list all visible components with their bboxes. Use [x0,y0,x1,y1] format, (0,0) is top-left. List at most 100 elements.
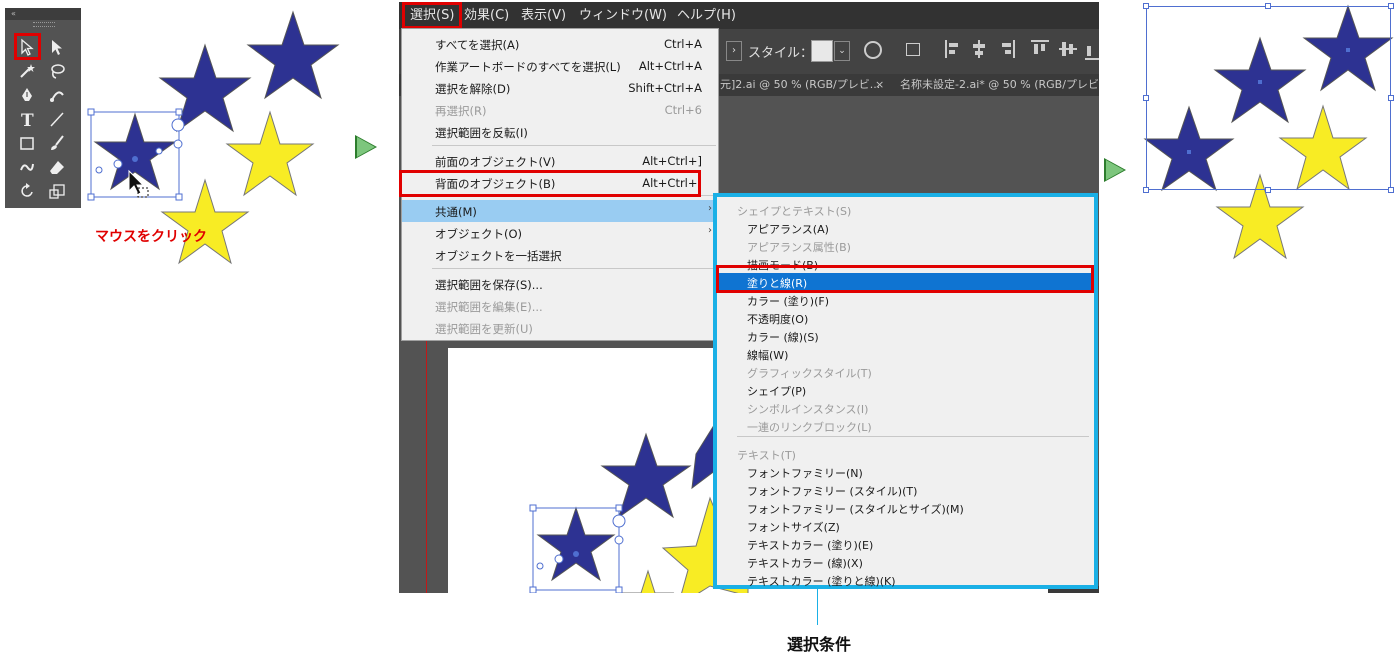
select-menu-item[interactable]: オブジェクト(O) › [402,222,718,244]
recolor-icon[interactable] [864,41,882,59]
select-menu-item[interactable]: 選択範囲を反転(I) [402,121,718,143]
submenu-item[interactable]: フォントファミリー(N) [717,463,1094,481]
submenu-item[interactable]: シェイプ(P) [717,381,1094,399]
corner-widget[interactable] [155,147,163,155]
menu-item-label: 選択範囲を更新(U) [435,322,533,336]
type-tool-icon[interactable]: T [15,108,39,130]
align-vertical-center-icon[interactable] [1059,40,1077,58]
submenu-item[interactable]: フォントファミリー (スタイルとサイズ)(M) [717,499,1094,517]
handle-middle-right[interactable] [1388,95,1394,101]
handle-middle-left[interactable] [1143,95,1149,101]
align-top-icon[interactable] [1031,40,1049,58]
menu-effect[interactable]: 効果(C) [464,2,509,29]
shaper-tool-icon[interactable] [15,156,39,178]
menu-select[interactable]: 選択(S) [402,2,463,29]
chevron-down-icon[interactable]: ⌄ [834,41,850,61]
corner-widget[interactable] [614,535,624,545]
tab-close-icon[interactable]: × [875,74,884,96]
scale-tool-icon[interactable] [45,180,69,202]
menu-item-label: シンボルインスタンス(I) [747,403,869,416]
corner-widget[interactable] [554,554,564,564]
star-blue[interactable] [246,10,340,100]
star-blue-selected[interactable] [536,506,616,582]
panel-collapse-grip[interactable]: « [5,8,81,20]
select-menu-item: 選択範囲を更新(U) [402,317,718,339]
handle-bottom-left[interactable] [1143,187,1149,193]
submenu-item[interactable]: カラー (線)(S) [717,327,1094,345]
menu-help[interactable]: ヘルプ(H) [677,2,736,29]
menu-item-label: カラー (塗り)(F) [747,295,829,308]
rectangle-tool-icon[interactable] [15,132,39,154]
menu-item-label: 選択範囲を反転(I) [435,126,528,140]
align-bottom-icon[interactable] [1085,42,1099,60]
menu-item-label: フォントファミリー(N) [747,467,863,480]
magic-wand-tool-icon[interactable] [15,60,39,82]
submenu-item[interactable]: テキストカラー (塗り)(E) [717,535,1094,553]
paintbrush-tool-icon[interactable] [45,132,69,154]
tab-document-1[interactable]: 元]2.ai @ 50 % (RGB/プレビ... [720,74,880,96]
select-menu-item[interactable]: 前面のオブジェクト(V) Alt+Ctrl+] [402,150,718,172]
lasso-tool-icon[interactable] [45,60,69,82]
menu-item-label: 作業アートボードのすべてを選択(L) [435,60,621,74]
menu-window[interactable]: ウィンドウ(W) [579,2,667,29]
rotate-tool-icon[interactable] [15,180,39,202]
handle-bottom-right[interactable] [1388,187,1394,193]
select-menu-item[interactable]: 選択を解除(D) Shift+Ctrl+A [402,77,718,99]
submenu-item: 一連のリンクブロック(L) [717,417,1094,435]
center-point [573,551,579,557]
select-menu-item[interactable]: 作業アートボードのすべてを選択(L) Alt+Ctrl+A [402,55,718,77]
pen-tool-icon[interactable] [15,84,39,106]
callout-label: 選択条件 [787,635,852,654]
select-menu-item[interactable]: すべてを選択(A) Ctrl+A [402,33,718,55]
handle-top-left[interactable] [1143,3,1149,9]
corner-widget[interactable] [113,159,123,169]
tab-document-2[interactable]: 名称未設定-2.ai* @ 50 % (RGB/プレビュー [900,74,1099,96]
click-instruction-label: マウスをクリック [95,229,207,245]
chevron-right-icon: › [708,203,712,214]
star-yellow[interactable] [621,569,675,593]
menu-view[interactable]: 表示(V) [521,2,566,29]
menu-separator [432,268,716,269]
select-menu-item[interactable]: オブジェクトを一括選択 [402,244,718,266]
menu-separator [737,436,1089,437]
menu-item-shortcut: Alt+Ctrl+] [642,154,702,168]
handle-bottom-center[interactable] [1265,187,1271,193]
menu-item-label: シェイプとテキスト(S) [737,205,852,218]
align-left-icon[interactable] [945,40,961,58]
direct-selection-tool-icon[interactable] [45,36,69,58]
curvature-tool-icon[interactable] [45,84,69,106]
panel-drag-handle[interactable] [33,22,55,27]
align-right-icon[interactable] [999,40,1015,58]
submenu-item[interactable]: フォントサイズ(Z) [717,517,1094,535]
select-menu-item[interactable]: 選択範囲を保存(S)... [402,273,718,295]
submenu-item[interactable]: テキストカラー (塗りと線)(K) [717,571,1094,589]
eraser-tool-icon[interactable] [45,156,69,178]
handle-top-right[interactable] [1388,3,1394,9]
callout-line [817,589,818,625]
chevron-right-icon[interactable]: › [726,41,742,61]
star-yellow[interactable] [225,110,315,197]
select-menu-item[interactable]: 共通(M) › [402,200,718,222]
menu-item-label: 選択範囲を保存(S)... [435,278,543,292]
submenu-item[interactable]: 線幅(W) [717,345,1094,363]
handle-top-center[interactable] [1265,3,1271,9]
menu-item-label: テキストカラー (塗り)(E) [747,539,874,552]
corner-widget[interactable] [173,139,183,149]
transform-icon[interactable] [906,43,920,56]
submenu-item[interactable]: 不透明度(O) [717,309,1094,327]
star-blue[interactable] [600,432,692,519]
star-yellow[interactable] [160,178,250,265]
style-swatch[interactable] [811,40,833,62]
svg-text:T: T [21,111,34,128]
rotate-widget-icon[interactable] [612,514,626,528]
star-blue[interactable] [158,43,252,133]
submenu-item[interactable]: アピアランス(A) [717,219,1094,237]
align-center-icon[interactable] [972,40,986,58]
rotate-widget-icon[interactable] [171,118,185,132]
line-tool-icon[interactable] [45,108,69,130]
submenu-item[interactable]: カラー (塗り)(F) [717,291,1094,309]
submenu-item[interactable]: テキストカラー (線)(X) [717,553,1094,571]
submenu-item[interactable]: フォントファミリー (スタイル)(T) [717,481,1094,499]
menu-bar: 選択(S) 効果(C) 表示(V) ウィンドウ(W) ヘルプ(H) [399,2,1099,29]
center-point [132,156,138,162]
